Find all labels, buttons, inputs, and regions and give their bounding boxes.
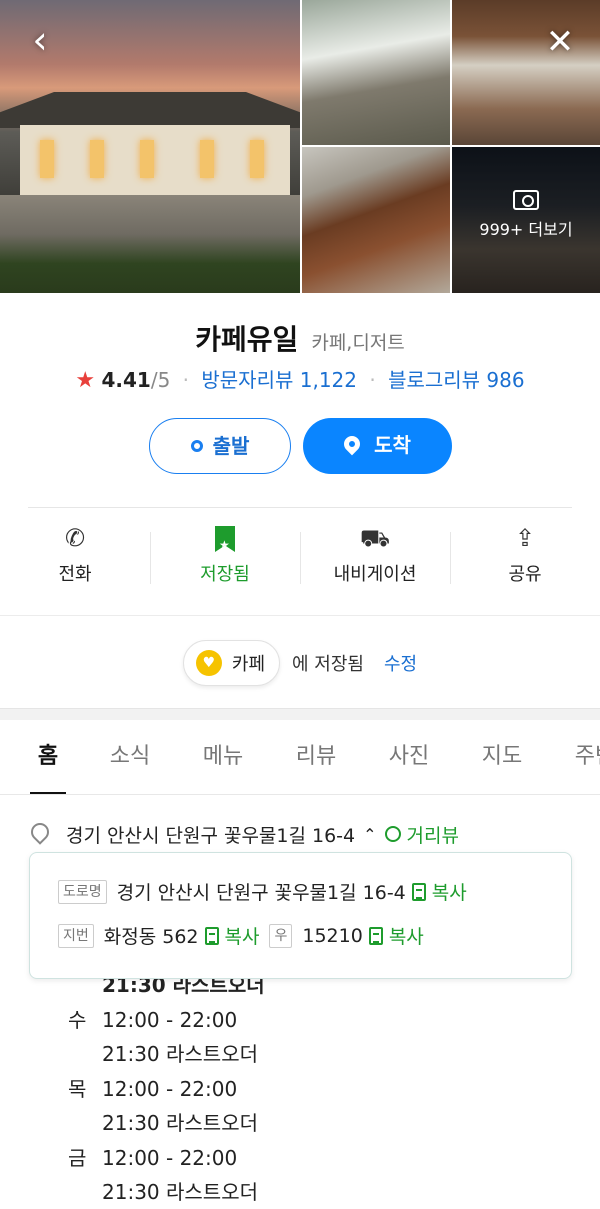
heart-icon: ♥	[195, 650, 222, 676]
tab-photos[interactable]: 사진	[385, 721, 433, 794]
zip-tag: 우	[269, 923, 293, 948]
lot-address: 화정동 562	[103, 926, 199, 948]
close-icon: ✕	[545, 22, 575, 62]
close-button[interactable]: ✕	[538, 18, 582, 62]
copy-lot-address-button[interactable]: 복사	[204, 922, 260, 949]
hours-row: 목 12:00 - 22:00	[62, 1072, 582, 1107]
navigation-button[interactable]: ⛟ 내비게이션	[300, 520, 450, 600]
hours-row: 금 12:00 - 22:00	[62, 1141, 582, 1176]
copy-icon	[368, 926, 383, 945]
save-button[interactable]: 저장됨	[150, 520, 300, 600]
photo-gallery[interactable]: 999+ 더보기 ‹ ✕	[0, 0, 600, 293]
call-button[interactable]: ✆ 전화	[0, 520, 150, 600]
hours-day: 수	[68, 1007, 87, 1032]
chevron-up-icon[interactable]: ⌃	[363, 825, 376, 844]
street-view-link[interactable]: 거리뷰	[384, 821, 459, 848]
call-label: 전화	[58, 564, 92, 585]
saved-folder-chip[interactable]: ♥ 카페	[182, 640, 281, 686]
rating-max: /5	[150, 368, 171, 392]
copy-road-address-button[interactable]: 복사	[411, 878, 467, 905]
tab-bar: 홈 소식 메뉴 리뷰 사진 지도 주변	[0, 721, 600, 795]
hours-text: 12:00 - 22:00	[102, 1076, 238, 1101]
more-photos-button[interactable]: 999+ 더보기	[452, 190, 600, 240]
lot-address-line: 지번 화정동 562 복사 우 15210 복사	[58, 922, 424, 949]
tab-menu[interactable]: 메뉴	[199, 721, 247, 794]
visitor-reviews-link[interactable]: 방문자리뷰 1,122	[201, 368, 357, 392]
location-icon	[30, 823, 48, 845]
hours-row: 수 12:00 - 22:00	[62, 1003, 582, 1038]
hours-text: 12:00 - 22:00	[102, 1007, 238, 1032]
business-hours: 21:30 라스트오더 수 12:00 - 22:00 21:30 라스트오더 …	[62, 968, 582, 1209]
road-address-line: 도로명 경기 안산시 단원구 꽃우물1길 16-4 복사	[58, 878, 467, 905]
location-pin-icon	[340, 432, 364, 456]
hours-text: 12:00 - 22:00	[102, 1145, 238, 1170]
navigation-label: 내비게이션	[333, 564, 417, 585]
saved-text: 에 저장됨	[292, 654, 364, 675]
copy-label: 복사	[388, 926, 424, 948]
arrive-button[interactable]: 도착	[303, 418, 452, 474]
road-address-tag: 도로명	[58, 879, 107, 904]
address-text: 경기 안산시 단원구 꽃우물1길 16-4	[66, 824, 356, 847]
saved-folder-row: ♥ 카페 에 저장됨 수정	[0, 638, 600, 688]
divider	[0, 615, 600, 616]
share-button[interactable]: ⇪ 공유	[450, 520, 600, 600]
more-photos-label: 999+ 더보기	[479, 220, 573, 239]
bookmark-icon	[215, 526, 235, 552]
rating-row: ★ 4.41/5 · 방문자리뷰 1,122 · 블로그리뷰 986	[75, 368, 525, 393]
address-row[interactable]: 경기 안산시 단원구 꽃우물1길 16-4 ⌃ 거리뷰	[30, 818, 590, 850]
action-bar: ✆ 전화 저장됨 ⛟ 내비게이션 ⇪ 공유	[0, 520, 600, 600]
tab-nearby[interactable]: 주변	[571, 721, 600, 794]
section-separator	[0, 708, 600, 720]
hours-row: 21:30 라스트오더	[62, 1037, 582, 1072]
photo-thumb[interactable]	[302, 0, 450, 145]
hours-text: 21:30 라스트오더	[102, 1111, 258, 1135]
copy-label: 복사	[224, 926, 260, 948]
share-label: 공유	[508, 564, 542, 585]
hours-day: 금	[68, 1145, 87, 1170]
save-label: 저장됨	[200, 564, 250, 585]
camera-icon	[513, 190, 539, 210]
start-button[interactable]: 출발	[149, 418, 291, 474]
address-popup: 도로명 경기 안산시 단원구 꽃우물1길 16-4 복사 지번 화정동 562 …	[29, 852, 572, 979]
place-title: 카페유일 카페,디저트	[0, 318, 600, 358]
hours-day: 목	[68, 1076, 87, 1101]
share-icon: ⇪	[514, 524, 536, 552]
star-icon: ★	[75, 368, 96, 393]
street-view-icon	[384, 826, 401, 842]
photo-thumb[interactable]	[302, 147, 450, 293]
phone-icon: ✆	[64, 524, 86, 552]
tab-home[interactable]: 홈	[30, 721, 66, 794]
place-category: 카페,디저트	[311, 332, 405, 354]
hours-row: 21:30 라스트오더	[62, 1106, 582, 1141]
car-icon: ⛟	[359, 524, 391, 552]
arrive-label: 도착	[374, 433, 411, 457]
hours-text: 21:30 라스트오더	[102, 1042, 258, 1066]
back-button[interactable]: ‹	[18, 18, 62, 62]
divider	[28, 507, 572, 508]
road-address: 경기 안산시 단원구 꽃우물1길 16-4	[116, 882, 406, 904]
folder-name: 카페	[231, 654, 266, 675]
blog-reviews-link[interactable]: 블로그리뷰 986	[388, 368, 525, 392]
rating-value: 4.41	[101, 368, 151, 392]
copy-icon	[411, 882, 426, 901]
tab-reviews[interactable]: 리뷰	[292, 721, 340, 794]
edit-link[interactable]: 수정	[384, 650, 417, 676]
start-label: 출발	[212, 434, 250, 458]
lot-address-tag: 지번	[58, 923, 94, 948]
copy-icon	[204, 926, 219, 945]
copy-zip-button[interactable]: 복사	[368, 922, 424, 949]
place-name: 카페유일	[195, 323, 299, 356]
hours-row: 21:30 라스트오더	[62, 1175, 582, 1209]
chevron-left-icon: ‹	[32, 18, 48, 62]
hours-text: 21:30 라스트오더	[102, 1180, 258, 1204]
origin-icon	[190, 440, 203, 452]
zip-code: 15210	[302, 924, 363, 947]
street-view-label: 거리뷰	[406, 824, 459, 847]
tab-news[interactable]: 소식	[106, 721, 154, 794]
tab-map[interactable]: 지도	[478, 721, 526, 794]
copy-label: 복사	[431, 882, 467, 904]
